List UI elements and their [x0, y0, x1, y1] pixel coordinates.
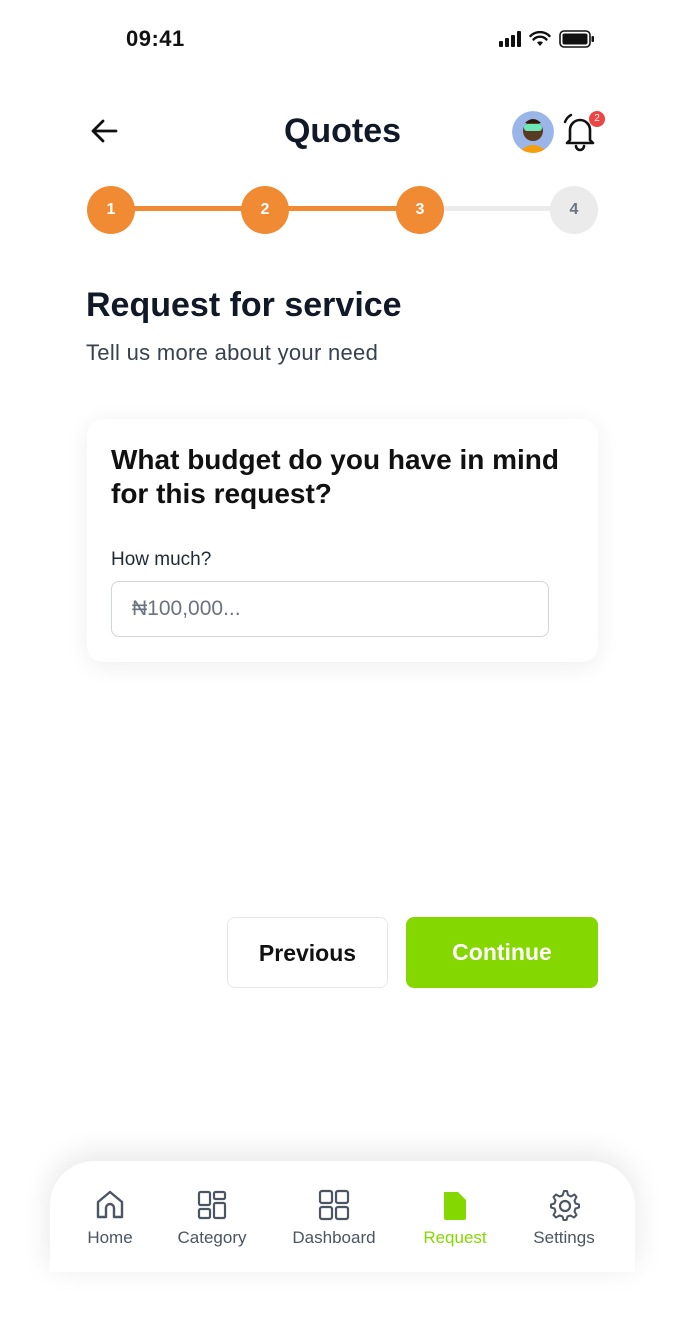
nav-label-home: Home [87, 1228, 133, 1247]
previous-button[interactable]: Previous [227, 917, 388, 988]
nav-label-category: Category [177, 1228, 247, 1247]
request-icon [444, 1192, 466, 1220]
step-3: 3 [396, 186, 444, 234]
nav-label-settings: Settings [533, 1228, 595, 1247]
budget-card: What budget do you have in mind for this… [87, 419, 598, 662]
gear-icon [550, 1190, 580, 1221]
nav-item-dashboard[interactable]: Dashboard [279, 1188, 389, 1248]
home-icon [96, 1190, 124, 1219]
continue-button[interactable]: Continue [406, 917, 598, 988]
nav-item-request[interactable]: Request [400, 1188, 510, 1248]
step-1: 1 [87, 186, 135, 234]
nav-item-home[interactable]: Home [55, 1188, 165, 1248]
step-4: 4 [550, 186, 598, 234]
nav-label-request: Request [423, 1228, 487, 1247]
wifi-icon [529, 31, 551, 46]
budget-question: What budget do you have in mind for this… [111, 444, 559, 509]
budget-input[interactable] [111, 581, 549, 637]
nav-item-settings[interactable]: Settings [509, 1188, 619, 1248]
step-2: 2 [241, 186, 289, 234]
nav-item-category[interactable]: Category [157, 1188, 267, 1248]
dashboard-icon [318, 1189, 350, 1221]
status-time: 09:41 [126, 26, 185, 51]
battery-icon [559, 30, 594, 48]
notification-badge: 2 [589, 111, 605, 127]
status-icons [499, 30, 595, 48]
section-heading: Request for service [86, 286, 402, 324]
nav-label-dashboard: Dashboard [292, 1228, 376, 1247]
signal-icon [499, 31, 521, 47]
avatar[interactable] [512, 111, 554, 153]
budget-label: How much? [111, 549, 212, 570]
avatar-image [512, 111, 554, 153]
category-icon [197, 1190, 227, 1220]
section-subheading: Tell us more about your need [86, 340, 379, 365]
